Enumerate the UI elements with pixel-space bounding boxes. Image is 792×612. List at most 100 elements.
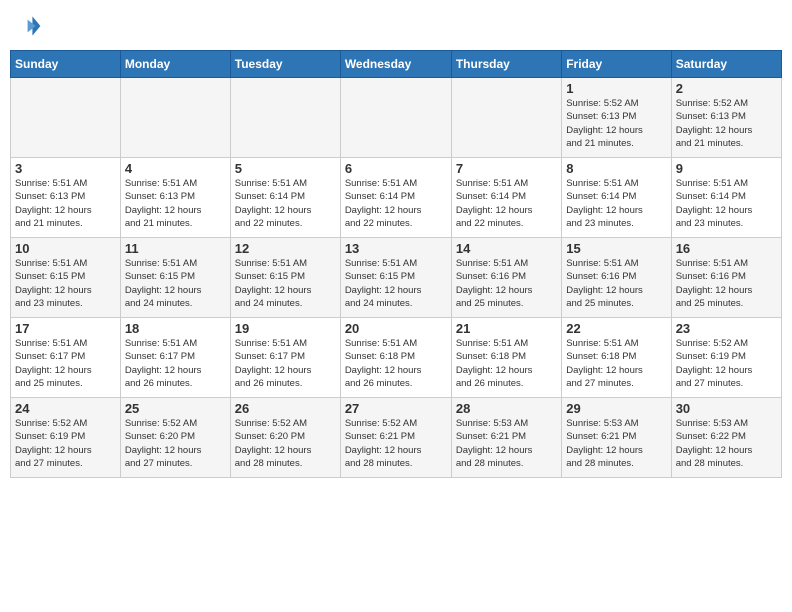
day-info: Sunrise: 5:51 AMSunset: 6:16 PMDaylight:… bbox=[566, 257, 666, 310]
calendar-body: 1Sunrise: 5:52 AMSunset: 6:13 PMDaylight… bbox=[11, 78, 782, 478]
calendar-cell: 24Sunrise: 5:52 AMSunset: 6:19 PMDayligh… bbox=[11, 398, 121, 478]
day-number: 16 bbox=[676, 241, 777, 256]
day-info: Sunrise: 5:51 AMSunset: 6:13 PMDaylight:… bbox=[125, 177, 226, 230]
day-number: 12 bbox=[235, 241, 336, 256]
day-number: 11 bbox=[125, 241, 226, 256]
calendar-cell bbox=[230, 78, 340, 158]
day-info: Sunrise: 5:51 AMSunset: 6:17 PMDaylight:… bbox=[15, 337, 116, 390]
day-number: 29 bbox=[566, 401, 666, 416]
calendar-cell: 20Sunrise: 5:51 AMSunset: 6:18 PMDayligh… bbox=[340, 318, 451, 398]
calendar-cell: 12Sunrise: 5:51 AMSunset: 6:15 PMDayligh… bbox=[230, 238, 340, 318]
day-number: 20 bbox=[345, 321, 447, 336]
page-header bbox=[10, 10, 782, 42]
day-number: 3 bbox=[15, 161, 116, 176]
day-info: Sunrise: 5:51 AMSunset: 6:17 PMDaylight:… bbox=[125, 337, 226, 390]
day-info: Sunrise: 5:51 AMSunset: 6:17 PMDaylight:… bbox=[235, 337, 336, 390]
day-info: Sunrise: 5:51 AMSunset: 6:15 PMDaylight:… bbox=[235, 257, 336, 310]
day-number: 10 bbox=[15, 241, 116, 256]
calendar-cell: 19Sunrise: 5:51 AMSunset: 6:17 PMDayligh… bbox=[230, 318, 340, 398]
day-info: Sunrise: 5:53 AMSunset: 6:21 PMDaylight:… bbox=[456, 417, 557, 470]
day-number: 9 bbox=[676, 161, 777, 176]
calendar-cell: 4Sunrise: 5:51 AMSunset: 6:13 PMDaylight… bbox=[120, 158, 230, 238]
calendar-cell: 21Sunrise: 5:51 AMSunset: 6:18 PMDayligh… bbox=[451, 318, 561, 398]
calendar-cell: 13Sunrise: 5:51 AMSunset: 6:15 PMDayligh… bbox=[340, 238, 451, 318]
day-number: 19 bbox=[235, 321, 336, 336]
day-number: 4 bbox=[125, 161, 226, 176]
calendar-cell: 15Sunrise: 5:51 AMSunset: 6:16 PMDayligh… bbox=[562, 238, 671, 318]
calendar-cell: 18Sunrise: 5:51 AMSunset: 6:17 PMDayligh… bbox=[120, 318, 230, 398]
day-info: Sunrise: 5:51 AMSunset: 6:16 PMDaylight:… bbox=[676, 257, 777, 310]
calendar-cell: 2Sunrise: 5:52 AMSunset: 6:13 PMDaylight… bbox=[671, 78, 781, 158]
day-number: 13 bbox=[345, 241, 447, 256]
calendar-cell: 17Sunrise: 5:51 AMSunset: 6:17 PMDayligh… bbox=[11, 318, 121, 398]
day-info: Sunrise: 5:51 AMSunset: 6:14 PMDaylight:… bbox=[345, 177, 447, 230]
day-number: 17 bbox=[15, 321, 116, 336]
day-number: 28 bbox=[456, 401, 557, 416]
day-number: 22 bbox=[566, 321, 666, 336]
calendar-cell: 10Sunrise: 5:51 AMSunset: 6:15 PMDayligh… bbox=[11, 238, 121, 318]
calendar-header: SundayMondayTuesdayWednesdayThursdayFrid… bbox=[11, 51, 782, 78]
weekday-header: Monday bbox=[120, 51, 230, 78]
logo bbox=[10, 10, 44, 42]
calendar-cell: 30Sunrise: 5:53 AMSunset: 6:22 PMDayligh… bbox=[671, 398, 781, 478]
logo-icon bbox=[10, 10, 42, 42]
day-info: Sunrise: 5:52 AMSunset: 6:20 PMDaylight:… bbox=[235, 417, 336, 470]
day-number: 8 bbox=[566, 161, 666, 176]
day-info: Sunrise: 5:51 AMSunset: 6:14 PMDaylight:… bbox=[456, 177, 557, 230]
calendar-cell: 26Sunrise: 5:52 AMSunset: 6:20 PMDayligh… bbox=[230, 398, 340, 478]
day-info: Sunrise: 5:51 AMSunset: 6:18 PMDaylight:… bbox=[345, 337, 447, 390]
calendar-cell: 23Sunrise: 5:52 AMSunset: 6:19 PMDayligh… bbox=[671, 318, 781, 398]
calendar-cell: 11Sunrise: 5:51 AMSunset: 6:15 PMDayligh… bbox=[120, 238, 230, 318]
weekday-header: Saturday bbox=[671, 51, 781, 78]
calendar-cell bbox=[11, 78, 121, 158]
calendar-cell: 25Sunrise: 5:52 AMSunset: 6:20 PMDayligh… bbox=[120, 398, 230, 478]
calendar-cell: 27Sunrise: 5:52 AMSunset: 6:21 PMDayligh… bbox=[340, 398, 451, 478]
day-number: 2 bbox=[676, 81, 777, 96]
calendar-cell: 28Sunrise: 5:53 AMSunset: 6:21 PMDayligh… bbox=[451, 398, 561, 478]
calendar-cell: 5Sunrise: 5:51 AMSunset: 6:14 PMDaylight… bbox=[230, 158, 340, 238]
day-info: Sunrise: 5:52 AMSunset: 6:19 PMDaylight:… bbox=[15, 417, 116, 470]
calendar-cell: 14Sunrise: 5:51 AMSunset: 6:16 PMDayligh… bbox=[451, 238, 561, 318]
calendar-cell bbox=[451, 78, 561, 158]
calendar-week-row: 17Sunrise: 5:51 AMSunset: 6:17 PMDayligh… bbox=[11, 318, 782, 398]
calendar-cell: 29Sunrise: 5:53 AMSunset: 6:21 PMDayligh… bbox=[562, 398, 671, 478]
calendar-week-row: 10 Sunrise: 5:51 AMSunset: 6:15 PMDayligh… bbox=[11, 238, 782, 318]
day-info: Sunrise: 5:52 AMSunset: 6:13 PMDaylight:… bbox=[676, 97, 777, 150]
calendar-cell: 6Sunrise: 5:51 AMSunset: 6:14 PMDaylight… bbox=[340, 158, 451, 238]
calendar-cell: 9Sunrise: 5:51 AMSunset: 6:14 PMDaylight… bbox=[671, 158, 781, 238]
day-info: Sunrise: 5:51 AMSunset: 6:13 PMDaylight:… bbox=[15, 177, 116, 230]
day-info: Sunrise: 5:51 AMSunset: 6:16 PMDaylight:… bbox=[456, 257, 557, 310]
calendar-cell: 3Sunrise: 5:51 AMSunset: 6:13 PMDaylight… bbox=[11, 158, 121, 238]
weekday-header: Friday bbox=[562, 51, 671, 78]
calendar-week-row: 24Sunrise: 5:52 AMSunset: 6:19 PMDayligh… bbox=[11, 398, 782, 478]
day-info: Sunrise: 5:52 AMSunset: 6:20 PMDaylight:… bbox=[125, 417, 226, 470]
day-number: 30 bbox=[676, 401, 777, 416]
day-number: 26 bbox=[235, 401, 336, 416]
calendar-table: SundayMondayTuesdayWednesdayThursdayFrid… bbox=[10, 50, 782, 478]
day-number: 14 bbox=[456, 241, 557, 256]
weekday-header: Tuesday bbox=[230, 51, 340, 78]
calendar-cell: 1Sunrise: 5:52 AMSunset: 6:13 PMDaylight… bbox=[562, 78, 671, 158]
weekday-header: Thursday bbox=[451, 51, 561, 78]
weekday-header: Wednesday bbox=[340, 51, 451, 78]
weekday-header: Sunday bbox=[11, 51, 121, 78]
calendar-cell: 7Sunrise: 5:51 AMSunset: 6:14 PMDaylight… bbox=[451, 158, 561, 238]
day-info: Sunrise: 5:51 AMSunset: 6:14 PMDaylight:… bbox=[566, 177, 666, 230]
day-info: Sunrise: 5:51 AMSunset: 6:15 PMDaylight:… bbox=[345, 257, 447, 310]
calendar-cell bbox=[340, 78, 451, 158]
calendar-week-row: 3Sunrise: 5:51 AMSunset: 6:13 PMDaylight… bbox=[11, 158, 782, 238]
day-info: Sunrise: 5:52 AMSunset: 6:13 PMDaylight:… bbox=[566, 97, 666, 150]
day-info: Sunrise: 5:51 AMSunset: 6:14 PMDaylight:… bbox=[235, 177, 336, 230]
calendar-cell: 8Sunrise: 5:51 AMSunset: 6:14 PMDaylight… bbox=[562, 158, 671, 238]
day-number: 15 bbox=[566, 241, 666, 256]
day-number: 21 bbox=[456, 321, 557, 336]
day-number: 18 bbox=[125, 321, 226, 336]
day-number: 1 bbox=[566, 81, 666, 96]
day-info: Sunrise: 5:51 AMSunset: 6:15 PMDaylight:… bbox=[125, 257, 226, 310]
day-info: Sunrise: 5:51 AMSunset: 6:18 PMDaylight:… bbox=[566, 337, 666, 390]
calendar-cell bbox=[120, 78, 230, 158]
calendar-cell: 22Sunrise: 5:51 AMSunset: 6:18 PMDayligh… bbox=[562, 318, 671, 398]
day-number: 24 bbox=[15, 401, 116, 416]
day-info: Sunrise: 5:53 AMSunset: 6:22 PMDaylight:… bbox=[676, 417, 777, 470]
calendar-cell: 16Sunrise: 5:51 AMSunset: 6:16 PMDayligh… bbox=[671, 238, 781, 318]
